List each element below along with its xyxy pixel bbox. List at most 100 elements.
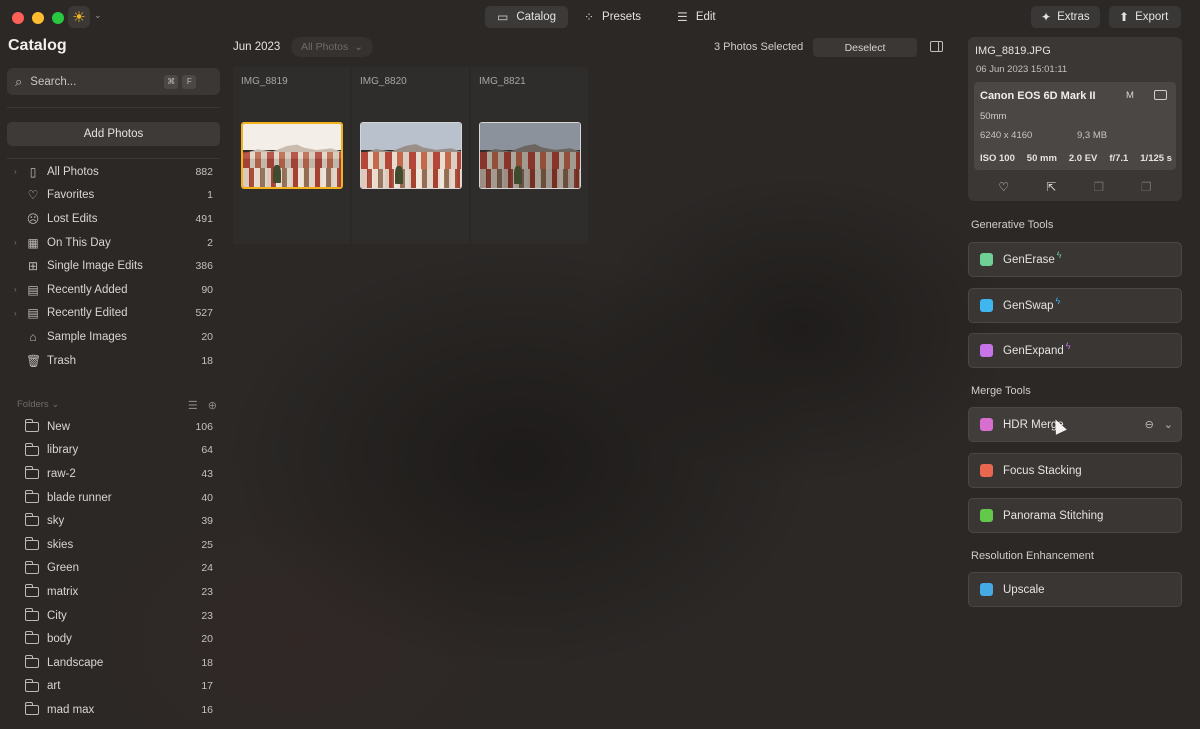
folder-count: 18 — [201, 656, 213, 669]
toggle-panel-icon[interactable] — [930, 41, 943, 52]
library-nav: › ▯ All Photos 882 ♡ Favorites 1 ☹ Lost … — [0, 160, 228, 372]
upscale-button[interactable]: Upscale — [968, 572, 1182, 607]
folder-icon — [25, 513, 39, 527]
tab-presets[interactable]: ⁘ Presets — [572, 6, 653, 28]
close-window-button[interactable] — [12, 12, 24, 24]
filter-dropdown[interactable]: All Photos ⌄ — [291, 37, 374, 57]
folder-item[interactable]: Landscape 18 — [0, 651, 228, 675]
chevron-right-icon[interactable]: › — [14, 167, 17, 176]
folder-item[interactable]: City 23 — [0, 604, 228, 628]
folder-icon — [25, 678, 39, 692]
folder-item[interactable]: body 20 — [0, 627, 228, 651]
image-info-card: IMG_8819.JPG 06 Jun 2023 15:01:11 Canon … — [968, 37, 1182, 201]
lens-info: 50mm — [980, 111, 1007, 122]
photo-thumbnail[interactable] — [360, 122, 462, 189]
sidebar-item-lost-edits[interactable]: ☹ Lost Edits 491 — [0, 207, 228, 231]
add-photos-button[interactable]: Add Photos — [7, 122, 220, 146]
generase-button[interactable]: GenErase ϟ — [968, 242, 1182, 277]
folder-icon — [25, 536, 39, 550]
remove-circle-icon[interactable]: ⊖ — [1145, 418, 1154, 431]
folder-count: 16 — [201, 703, 213, 716]
folders-header[interactable]: Folders ⌄ ☰ ⊕ — [17, 399, 217, 415]
extras-button[interactable]: ✦ Extras — [1031, 6, 1100, 28]
window-controls — [12, 12, 64, 24]
folder-item[interactable]: mad max 16 — [0, 698, 228, 722]
photo-thumbnail[interactable] — [241, 122, 343, 189]
folder-item[interactable]: art 17 — [0, 675, 228, 699]
add-folder-icon[interactable]: ⊕ — [208, 399, 217, 412]
chevron-down-icon[interactable]: ⌄ — [1164, 418, 1173, 431]
export-label: Export — [1135, 11, 1169, 23]
folder-icon — [25, 584, 39, 598]
folder-item[interactable]: skies 25 — [0, 533, 228, 557]
sidebar-item-single-image-edits[interactable]: ⊞ Single Image Edits 386 — [0, 254, 228, 278]
zoom-window-button[interactable] — [52, 12, 64, 24]
photo-thumbnail[interactable] — [479, 122, 581, 189]
share-icon[interactable]: ⇱ — [1043, 180, 1059, 194]
folder-item[interactable]: New 106 — [0, 415, 228, 439]
duplicate-icon[interactable]: ❐ — [1138, 180, 1154, 194]
chevron-down-icon[interactable]: ⌄ — [94, 10, 102, 21]
folder-count: 25 — [201, 538, 213, 551]
folder-item[interactable]: blade runner 40 — [0, 486, 228, 510]
sort-icon[interactable]: ☰ — [188, 399, 198, 412]
minimize-window-button[interactable] — [32, 12, 44, 24]
sidebar-item-favorites[interactable]: ♡ Favorites 1 — [0, 184, 228, 208]
folder-label: Green — [47, 562, 79, 575]
export-button[interactable]: ⬆ Export — [1109, 6, 1181, 28]
genexpand-button[interactable]: GenExpand ϟ — [968, 333, 1182, 368]
photo-tile[interactable]: IMG_8820 — [352, 67, 469, 244]
camera-icon — [1154, 90, 1167, 100]
calendar-plus-icon: ▤ — [27, 282, 39, 297]
chevron-right-icon[interactable]: › — [14, 285, 17, 294]
chevron-right-icon[interactable]: › — [14, 238, 17, 247]
genswap-button[interactable]: GenSwap ϟ — [968, 288, 1182, 323]
folder-icon: ▭ — [497, 10, 509, 24]
folder-item[interactable]: Green 24 — [0, 557, 228, 581]
month-heading: Jun 2023 — [233, 41, 281, 53]
folder-count: 43 — [201, 467, 213, 480]
sad-face-icon: ☹ — [26, 211, 40, 226]
folder-label: mad max — [47, 703, 95, 716]
chevron-right-icon[interactable]: › — [14, 309, 17, 318]
folder-count: 17 — [201, 680, 213, 693]
tool-label: Upscale — [1003, 583, 1045, 596]
sidebar-item-sample-images[interactable]: ⌂ Sample Images 20 — [0, 325, 228, 349]
hdr-merge-button[interactable]: HDR Merge ⊖ ⌄ — [968, 407, 1182, 442]
app-logo-button[interactable]: ☀ — [68, 6, 90, 28]
folder-item[interactable]: library 64 — [0, 439, 228, 463]
app-window: ☀ ⌄ ▭ Catalog ⁘ Presets ☰ Edit ✦ Extras … — [0, 0, 1200, 729]
folder-count: 39 — [201, 515, 213, 528]
sidebar-item-all-photos[interactable]: › ▯ All Photos 882 — [0, 160, 228, 184]
sidebar-item-on-this-day[interactable]: › ▦ On This Day 2 — [0, 231, 228, 255]
tab-catalog[interactable]: ▭ Catalog — [485, 6, 568, 28]
focus-stacking-button[interactable]: Focus Stacking — [968, 453, 1182, 488]
folder-item[interactable]: raw-2 43 — [0, 462, 228, 486]
file-size: 9,3 MB — [1077, 130, 1108, 141]
capture-date: 06 Jun 2023 15:01:11 — [976, 64, 1068, 75]
photo-name: IMG_8820 — [360, 76, 407, 87]
shooting-mode: M — [1126, 90, 1134, 101]
photo-tile[interactable]: IMG_8821 — [471, 67, 588, 244]
folder-item[interactable]: sky 39 — [0, 509, 228, 533]
heart-icon[interactable]: ♡ — [996, 180, 1012, 194]
deselect-button[interactable]: Deselect — [813, 38, 917, 57]
sidebar-item-trash[interactable]: 🗑 Trash 18 — [0, 349, 228, 373]
folder-label: New — [47, 420, 71, 433]
folder-label: sky — [47, 515, 65, 528]
info-actions: ♡ ⇱ ❐ ❐ — [968, 180, 1182, 194]
sidebar-item-recently-added[interactable]: › ▤ Recently Added 90 — [0, 278, 228, 302]
folder-item[interactable]: matrix 23 — [0, 580, 228, 604]
copy-icon[interactable]: ❐ — [1091, 180, 1107, 194]
search-input[interactable] — [30, 75, 161, 88]
sidebar-item-recently-edited[interactable]: › ▤ Recently Edited 527 — [0, 302, 228, 326]
camera-model: Canon EOS 6D Mark II — [980, 90, 1096, 102]
folder-icon — [25, 489, 39, 503]
folder-label: skies — [47, 538, 74, 551]
folder-label: library — [47, 444, 79, 457]
sidebar-item-count: 882 — [195, 165, 213, 178]
search-box[interactable]: ⌕ ⌘ F — [7, 68, 220, 95]
panorama-stitching-button[interactable]: Panorama Stitching — [968, 498, 1182, 533]
photo-tile[interactable]: IMG_8819 — [233, 67, 350, 244]
tab-edit[interactable]: ☰ Edit — [657, 6, 736, 28]
